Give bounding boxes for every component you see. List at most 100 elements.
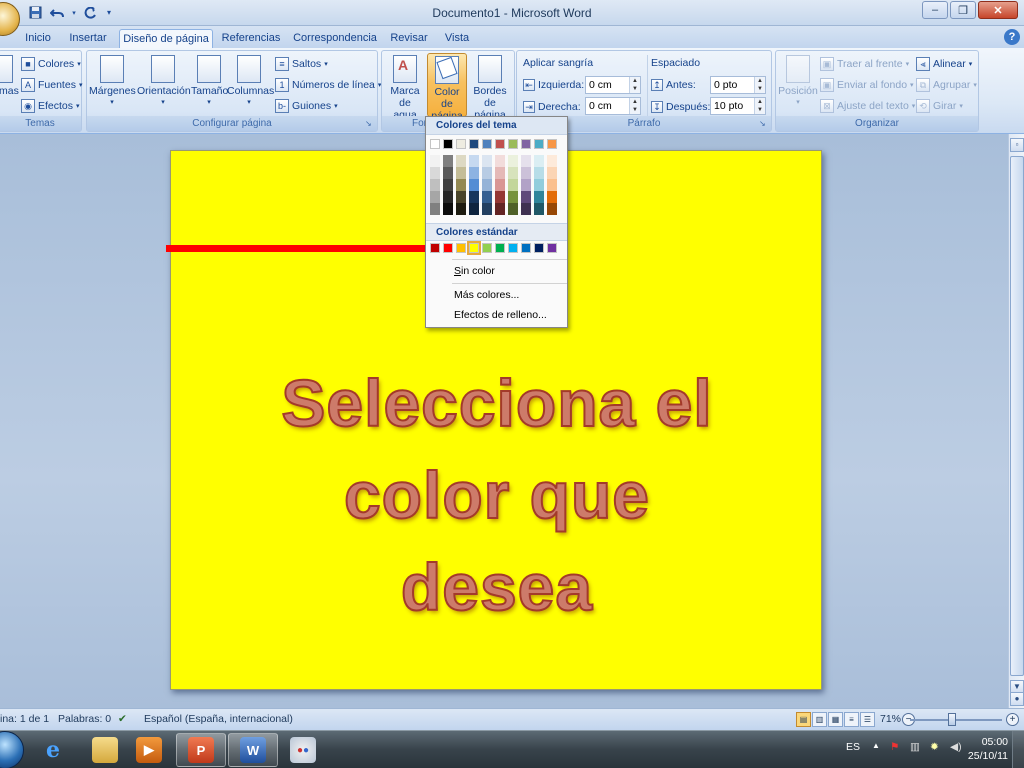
power-icon[interactable]: ✹ [930, 741, 939, 753]
theme-shade-swatch[interactable] [534, 167, 544, 179]
antes-input[interactable]: 0 pto ▲ ▼ [710, 76, 766, 94]
bordes-de-pagina-button[interactable]: Bordes de página [468, 51, 512, 121]
theme-color-swatch[interactable] [469, 139, 479, 149]
ruler-toggle-icon[interactable]: ▫ [1010, 138, 1024, 152]
theme-shade-swatch[interactable] [430, 179, 440, 191]
theme-shade-swatch[interactable] [508, 167, 518, 179]
ajuste-del-texto-button[interactable]: ⊠ Ajuste del texto ▾ [820, 97, 915, 115]
columnas-button[interactable]: Columnas ▾ [227, 51, 274, 115]
alinear-button[interactable]: ⫷ Alinear ▾ [916, 55, 972, 73]
proofing-icon[interactable]: ✔ [118, 713, 127, 725]
standard-color-swatch[interactable] [482, 243, 492, 253]
theme-shade-swatch[interactable] [482, 191, 492, 203]
theme-shade-swatch[interactable] [495, 179, 505, 191]
language[interactable]: Español (España, internacional) [144, 713, 293, 725]
theme-shade-swatch[interactable] [456, 179, 466, 191]
theme-shade-swatch[interactable] [521, 179, 531, 191]
theme-shade-swatch[interactable] [443, 155, 453, 167]
theme-color-swatch[interactable] [547, 139, 557, 149]
spin-arrows-icon[interactable]: ▲ ▼ [754, 77, 765, 93]
theme-shade-swatch[interactable] [469, 203, 479, 215]
standard-color-swatch[interactable] [521, 243, 531, 253]
theme-color-swatch[interactable] [443, 139, 453, 149]
volume-icon[interactable]: ◀) [950, 741, 962, 753]
dialog-launcher-icon[interactable]: ↘ [365, 119, 375, 129]
theme-shade-swatch[interactable] [482, 155, 492, 167]
network-icon[interactable]: ▥ [910, 741, 920, 753]
theme-shade-swatch[interactable] [521, 203, 531, 215]
language-indicator[interactable]: ES [846, 741, 860, 753]
tab-diseno-de-pagina[interactable]: Diseño de página [119, 29, 213, 48]
theme-shade-swatch[interactable] [534, 179, 544, 191]
theme-shade-swatch[interactable] [469, 191, 479, 203]
maximize-button[interactable]: ❐ [950, 1, 976, 19]
theme-shade-swatch[interactable] [430, 191, 440, 203]
theme-color-swatch[interactable] [534, 139, 544, 149]
theme-shade-swatch[interactable] [443, 191, 453, 203]
sin-color-item[interactable]: Sin color [426, 261, 567, 281]
color-de-pagina-button[interactable]: Color de página [427, 53, 467, 122]
vertical-scrollbar[interactable]: ▫ ▼ ● [1008, 134, 1024, 708]
izquierda-input[interactable]: 0 cm ▲ ▼ [585, 76, 641, 94]
theme-color-swatch[interactable] [495, 139, 505, 149]
saltos-button[interactable]: ≡ Saltos ▾ [275, 55, 328, 73]
spin-arrows-icon[interactable]: ▲ ▼ [754, 98, 765, 114]
theme-shade-swatch[interactable] [495, 155, 505, 167]
spin-arrows-icon[interactable]: ▲ ▼ [629, 98, 640, 114]
taskbar-media-player[interactable]: ▶ [124, 733, 174, 767]
spin-arrows-icon[interactable]: ▲ ▼ [629, 77, 640, 93]
scrollbar-thumb[interactable] [1010, 156, 1024, 676]
taskbar-explorer[interactable] [80, 733, 130, 767]
theme-shade-swatch[interactable] [547, 203, 557, 215]
themes-button[interactable]: mas [0, 51, 19, 115]
efectos-button[interactable]: ◉ Efectos ▾ [21, 97, 80, 115]
zoom-slider-thumb[interactable] [948, 713, 956, 726]
girar-button[interactable]: ⟲ Girar ▾ [916, 97, 963, 115]
action-center-icon[interactable]: ⚑ [890, 741, 899, 753]
standard-color-swatch[interactable] [547, 243, 557, 253]
tab-vista[interactable]: Vista [440, 29, 474, 48]
efectos-de-relleno-item[interactable]: Efectos de relleno... [426, 305, 567, 325]
theme-shade-swatch[interactable] [456, 155, 466, 167]
tab-inicio[interactable]: Inicio [20, 29, 56, 48]
theme-shade-swatch[interactable] [521, 167, 531, 179]
theme-shade-swatch[interactable] [521, 155, 531, 167]
start-button[interactable] [0, 731, 24, 768]
theme-shade-swatch[interactable] [508, 191, 518, 203]
tab-insertar[interactable]: Insertar [64, 29, 112, 48]
agrupar-button[interactable]: ⧉ Agrupar ▾ [916, 76, 977, 94]
theme-shade-swatch[interactable] [534, 155, 544, 167]
tab-correspondencia[interactable]: Correspondencia [292, 29, 378, 48]
fuentes-button[interactable]: A Fuentes ▾ [21, 76, 82, 94]
standard-color-swatch[interactable] [443, 243, 453, 253]
show-hidden-icons-icon[interactable]: ▲ [872, 741, 880, 750]
theme-shade-swatch[interactable] [534, 203, 544, 215]
theme-shade-swatch[interactable] [547, 179, 557, 191]
traer-al-frente-button[interactable]: ▣ Traer al frente ▾ [820, 55, 909, 73]
orientacion-button[interactable]: Orientación ▾ [137, 51, 191, 115]
theme-shade-swatch[interactable] [547, 191, 557, 203]
print-layout-icon[interactable]: ▤ [796, 712, 811, 727]
dialog-launcher-icon[interactable]: ↘ [759, 119, 769, 129]
theme-color-swatch[interactable] [482, 139, 492, 149]
page-count[interactable]: ina: 1 de 1 [0, 713, 49, 725]
theme-shade-swatch[interactable] [456, 203, 466, 215]
full-screen-reading-icon[interactable]: ▥ [812, 712, 827, 727]
posicion-button[interactable]: Posición ▾ [778, 51, 818, 115]
scroll-up-icon[interactable]: ● [1010, 692, 1024, 706]
theme-shade-swatch[interactable] [456, 167, 466, 179]
theme-shade-swatch[interactable] [482, 203, 492, 215]
standard-color-swatch[interactable] [456, 243, 466, 253]
close-button[interactable]: ✕ [978, 1, 1018, 19]
enviar-al-fondo-button[interactable]: ▣ Enviar al fondo ▾ [820, 76, 914, 94]
standard-color-swatch[interactable] [467, 241, 481, 255]
theme-shade-swatch[interactable] [456, 191, 466, 203]
theme-shade-swatch[interactable] [469, 155, 479, 167]
draft-icon[interactable]: ☰ [860, 712, 875, 727]
theme-shade-swatch[interactable] [430, 167, 440, 179]
tamano-button[interactable]: Tamaño ▾ [191, 51, 228, 115]
theme-color-swatch[interactable] [521, 139, 531, 149]
theme-shade-swatch[interactable] [443, 203, 453, 215]
theme-shade-swatch[interactable] [508, 155, 518, 167]
numeros-de-linea-button[interactable]: 1 Números de línea ▾ [275, 76, 381, 94]
